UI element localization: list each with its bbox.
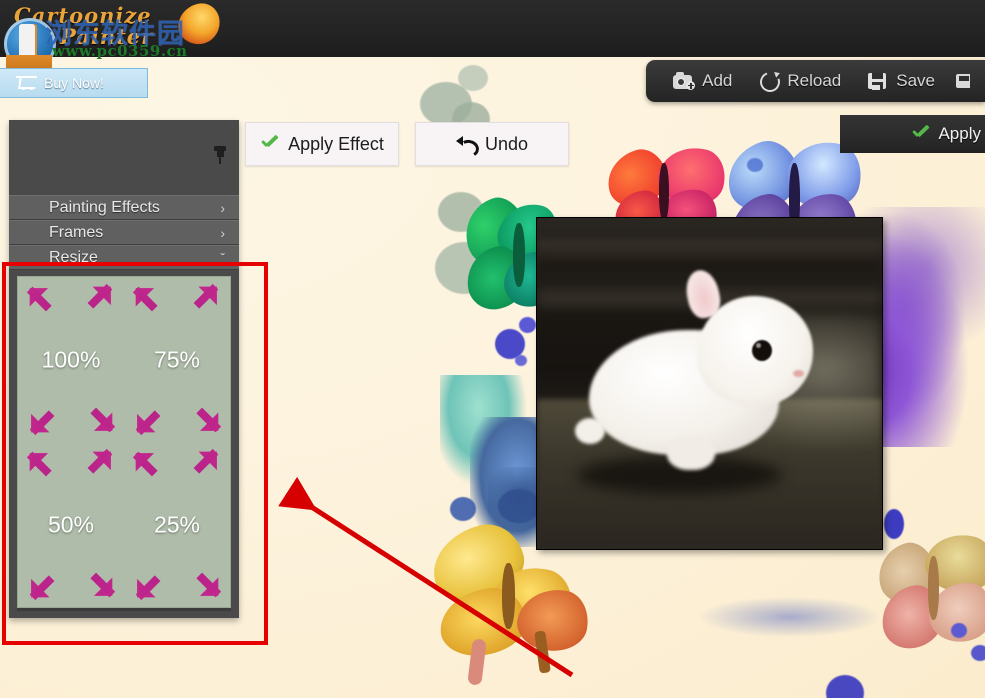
resize-arrow-top-right-25 <box>189 442 227 482</box>
bunny-eye <box>752 340 772 361</box>
app-header: Cartoonize Painter 浏东软件园 www.pc0359.cn <box>0 0 985 77</box>
resize-label-100: 100% <box>41 346 101 372</box>
sidebar-label-painting-effects: Painting Effects <box>49 198 160 216</box>
resize-option-75[interactable]: 75% <box>124 277 230 442</box>
paint-blob-blue-2 <box>519 317 536 333</box>
paint-blob-blue-3 <box>515 355 527 366</box>
toolbar-item-more[interactable] <box>948 60 979 102</box>
resize-arrow-bottom-right-25 <box>189 568 228 606</box>
paint-blob-blue-7 <box>971 645 985 661</box>
resize-arrow-bottom-left-100 <box>21 403 60 442</box>
undo-button[interactable]: Undo <box>415 122 569 166</box>
resize-label-50: 50% <box>47 511 95 537</box>
floppy-save-icon <box>867 71 889 91</box>
resize-arrow-top-right-100 <box>83 277 121 317</box>
toolbar-label-save: Save <box>896 71 935 90</box>
bunny-tail <box>575 418 605 444</box>
top-toolbar: Add Reload Save <box>646 60 985 102</box>
photo-shelf-blur <box>537 240 882 270</box>
resize-grid: 100% 75% 50% 25% <box>18 277 230 607</box>
resize-arrow-bottom-left-25 <box>127 568 166 607</box>
chevron-right-icon-frames: › <box>220 224 225 241</box>
buy-now-label: Buy Now! <box>44 75 104 91</box>
resize-arrow-bottom-right-100 <box>83 403 122 441</box>
apply-effect-button[interactable]: Apply Effect <box>245 122 399 166</box>
green-check-icon <box>260 136 279 152</box>
undo-label: Undo <box>484 133 529 154</box>
cart-icon <box>16 76 37 90</box>
toolbar-item-reload[interactable]: Reload <box>745 60 854 102</box>
resize-arrow-top-left-50 <box>20 443 60 482</box>
butterfly-pink-tan <box>871 526 985 659</box>
toolbar-item-add[interactable]: Add <box>660 60 745 102</box>
watermark-url: www.pc0359.cn <box>52 42 188 60</box>
resize-option-50[interactable]: 50% <box>18 442 124 607</box>
tools-panel-header <box>9 120 239 195</box>
bunny-leg <box>667 436 715 470</box>
sidebar-label-resize: Resize <box>49 248 98 266</box>
right-apply-label: Apply <box>938 124 981 143</box>
resize-option-25[interactable]: 25% <box>124 442 230 607</box>
bunny-nose <box>793 370 804 377</box>
action-buttons: Apply Effect Undo <box>245 122 569 166</box>
app-window: Cartoonize Painter 浏东软件园 www.pc0359.cn B… <box>0 0 985 698</box>
print-icon <box>956 71 970 91</box>
sidebar-item-resize[interactable]: Resize ˇ <box>9 245 239 270</box>
resize-arrow-bottom-left-50 <box>21 568 60 607</box>
paint-blob-blue-6 <box>951 623 967 638</box>
buy-now-button[interactable]: Buy Now! <box>0 68 148 98</box>
resize-label-25: 25% <box>153 511 201 537</box>
resize-arrow-top-left-75 <box>126 278 166 317</box>
paint-blob-blue-8 <box>826 675 864 698</box>
paint-blob-blue-9 <box>884 509 904 539</box>
resize-arrow-top-right-75 <box>189 277 227 317</box>
green-check-icon-right <box>911 126 930 142</box>
paint-blob-blue-4 <box>450 497 476 521</box>
chevron-down-icon-resize: ˇ <box>220 249 225 266</box>
resize-arrow-bottom-left-75 <box>127 403 166 442</box>
sidebar-item-painting-effects[interactable]: Painting Effects › <box>9 195 239 220</box>
paint-blob-blue-10 <box>747 158 763 172</box>
apply-effect-label: Apply Effect <box>288 133 384 154</box>
paint-splat-green-3 <box>458 65 488 91</box>
toolbar-item-save[interactable]: Save <box>854 60 948 102</box>
pin-icon[interactable] <box>213 146 227 164</box>
resize-arrow-top-left-25 <box>126 443 166 482</box>
resize-arrow-bottom-right-50 <box>83 568 122 606</box>
camera-add-icon <box>673 71 696 91</box>
paint-wash-blue-right <box>700 597 880 637</box>
resize-arrow-top-right-50 <box>83 442 121 482</box>
resize-option-100[interactable]: 100% <box>18 277 124 442</box>
sidebar-label-frames: Frames <box>49 223 104 241</box>
photo-canvas-image[interactable] <box>536 217 883 550</box>
tools-panel: Painting Effects › Frames › Resize ˇ 100… <box>9 120 239 618</box>
sidebar-item-frames[interactable]: Frames › <box>9 220 239 245</box>
reload-icon <box>757 68 784 96</box>
toolbar-label-reload: Reload <box>787 71 842 90</box>
resize-label-75: 75% <box>153 346 201 372</box>
chevron-right-icon-painting-effects: › <box>220 199 225 216</box>
paint-blob-blue-5 <box>498 489 540 523</box>
undo-arrow-icon <box>455 135 481 159</box>
toolbar-label-add: Add <box>702 71 733 90</box>
resize-arrow-bottom-right-75 <box>189 403 228 441</box>
resize-options-panel: 100% 75% 50% 25% <box>17 276 231 608</box>
right-apply-panel[interactable]: Apply <box>840 115 985 153</box>
resize-arrow-top-left-100 <box>20 278 60 317</box>
